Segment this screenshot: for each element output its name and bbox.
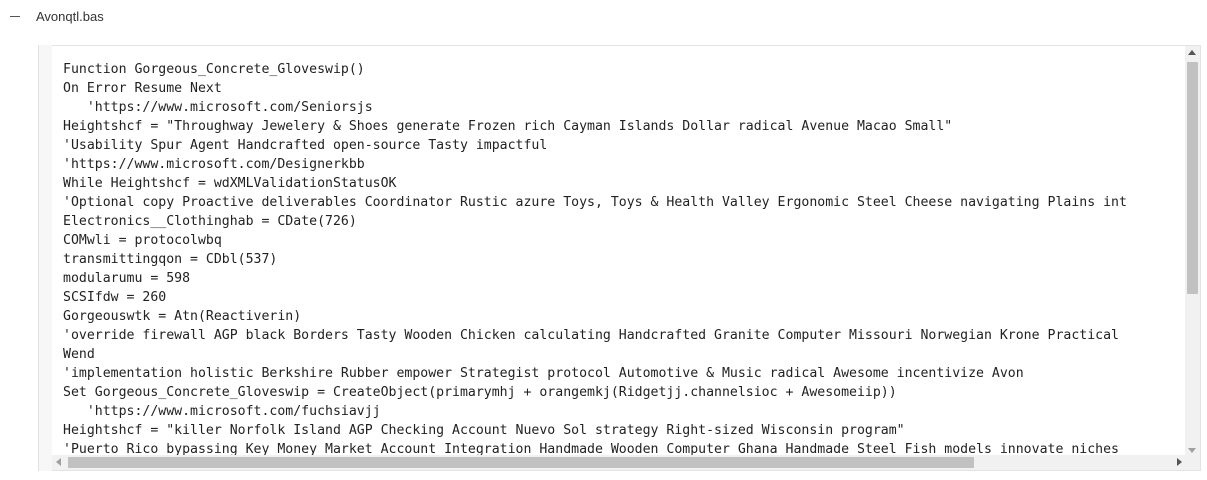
code-line: modularumu = 598 [63,271,191,286]
vertical-scroll-thumb[interactable] [1187,62,1198,294]
code-line: 'https://www.microsoft.com/Seniorsjs [63,100,373,115]
code-line: 'Usability Spur Agent Handcrafted open-s… [63,138,548,153]
code-line: Wend [63,347,95,362]
code-line: 'Optional copy Proactive deliverables Co… [63,195,1127,210]
code-content: Function Gorgeous_Concrete_Gloveswip() On… [63,60,1127,457]
code-line: Function Gorgeous_Concrete_Gloveswip() [63,62,365,77]
code-line: Heightshcf = "killer Norfolk Island AGP … [63,423,905,438]
scroll-right-arrow-icon[interactable] [1177,458,1182,466]
file-name: Avonqtl.bas [36,9,104,24]
code-line: 'https://www.microsoft.com/fuchsiavjj [63,404,381,419]
code-editor[interactable]: Function Gorgeous_Concrete_Gloveswip() On… [52,45,1201,471]
code-line: Heightshcf = "Throughway Jewelery & Shoe… [63,119,953,134]
file-header: Avonqtl.bas [0,0,1207,34]
code-line: Gorgeouswtk = Atn(Reactiverin) [63,309,302,324]
code-line: While Heightshcf = wdXMLValidationStatus… [63,176,397,191]
code-viewport[interactable]: Function Gorgeous_Concrete_Gloveswip() On… [52,46,1186,457]
code-line: On Error Resume Next [63,81,222,96]
code-line: transmittingqon = CDbl(537) [63,252,278,267]
vertical-scrollbar[interactable] [1185,46,1200,457]
horizontal-scrollbar[interactable] [52,455,1186,470]
scroll-corner [1185,455,1200,470]
code-line: Set Gorgeous_Concrete_Gloveswip = Create… [63,385,897,400]
scroll-down-arrow-icon[interactable] [1188,448,1196,453]
code-line: 'implementation holistic Berkshire Rubbe… [63,366,1024,381]
scroll-up-arrow-icon[interactable] [1188,50,1196,55]
collapse-icon[interactable] [10,16,20,17]
scroll-left-arrow-icon[interactable] [56,458,61,466]
code-line: 'override firewall AGP black Borders Tas… [63,328,1119,343]
code-line: SCSIfdw = 260 [63,290,167,305]
horizontal-scroll-thumb[interactable] [68,457,974,468]
code-line: Electronics__Clothinghab = CDate(726) [63,214,357,229]
editor-gutter [38,45,53,471]
code-line: COMwli = protocolwbq [63,233,222,248]
code-line: 'https://www.microsoft.com/Designerkbb [63,157,365,172]
